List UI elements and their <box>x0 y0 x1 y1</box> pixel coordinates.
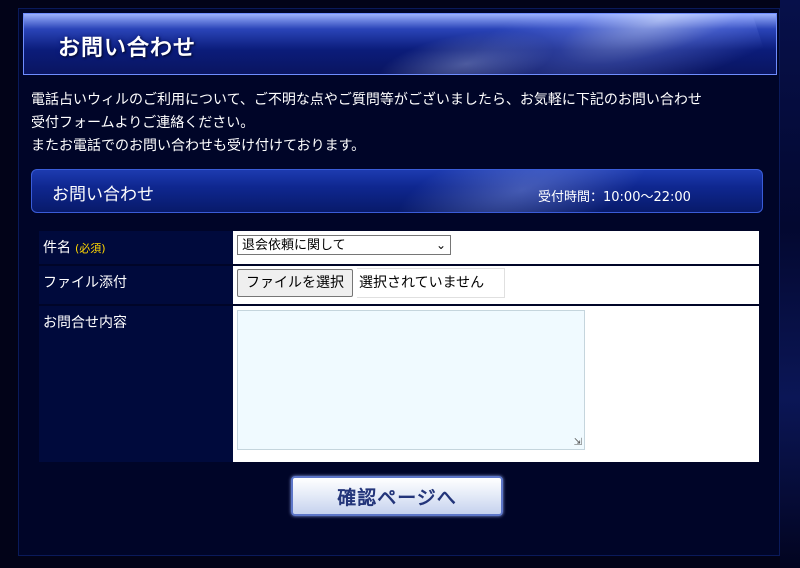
message-value-cell: ⇲ <box>233 305 759 464</box>
chevron-down-icon: ⌄ <box>435 238 446 252</box>
message-textarea[interactable]: ⇲ <box>237 310 585 450</box>
subject-select[interactable]: 退会依頼に関して ⌄ <box>237 235 451 255</box>
intro-line: 電話占いウィルのご利用について、ご不明な点やご質問等がございましたら、お気軽に下… <box>31 92 702 108</box>
form-row-attachment: ファイル添付 ファイルを選択 選択されていません <box>39 265 759 306</box>
required-badge: (必須) <box>75 242 106 255</box>
attachment-label: ファイル添付 <box>43 275 127 291</box>
message-label-cell: お問合せ内容 <box>39 305 233 464</box>
intro-line: 受付フォームよりご連絡ください。 <box>31 115 255 131</box>
form-row-message: お問合せ内容 ⇲ <box>39 305 759 464</box>
subject-label: 件名 <box>43 240 71 256</box>
form-row-subject: 件名 (必須) 退会依頼に関して ⌄ <box>39 231 759 266</box>
reception-hours: 受付時間：10:00～22:00 <box>538 190 691 205</box>
attachment-label-cell: ファイル添付 <box>39 265 233 306</box>
section-title: お問い合わせ <box>52 185 154 205</box>
confirm-page-label: 確認ページへ <box>337 486 457 509</box>
title-banner: お問い合わせ <box>23 13 777 75</box>
section-banner: お問い合わせ 受付時間：10:00～22:00 <box>31 169 763 213</box>
confirm-page-button[interactable]: 確認ページへ <box>291 476 503 516</box>
contact-page: お問い合わせ 電話占いウィルのご利用について、ご不明な点やご質問等がございました… <box>18 8 780 556</box>
file-status: 選択されていません <box>357 268 506 298</box>
attachment-value-cell: ファイルを選択 選択されていません <box>233 265 759 306</box>
subject-selected-value: 退会依頼に関して <box>242 238 346 253</box>
message-label: お問合せ内容 <box>43 315 127 331</box>
resize-grip-icon[interactable]: ⇲ <box>574 437 582 448</box>
contact-form: 件名 (必須) 退会依頼に関して ⌄ ファイル添付 ファイルを選択 選択されていま… <box>39 231 759 464</box>
background-decoration <box>780 0 800 568</box>
intro-line: またお電話でのお問い合わせも受け付けております。 <box>31 138 366 154</box>
subject-value-cell: 退会依頼に関して ⌄ <box>233 231 759 266</box>
file-input: ファイルを選択 選択されていません <box>237 268 755 298</box>
intro-text: 電話占いウィルのご利用について、ご不明な点やご質問等がございましたら、お気軽に下… <box>31 89 771 158</box>
page-title: お問い合わせ <box>58 36 197 61</box>
choose-file-button[interactable]: ファイルを選択 <box>237 269 353 297</box>
subject-label-cell: 件名 (必須) <box>39 231 233 266</box>
feather-decoration <box>446 14 766 74</box>
